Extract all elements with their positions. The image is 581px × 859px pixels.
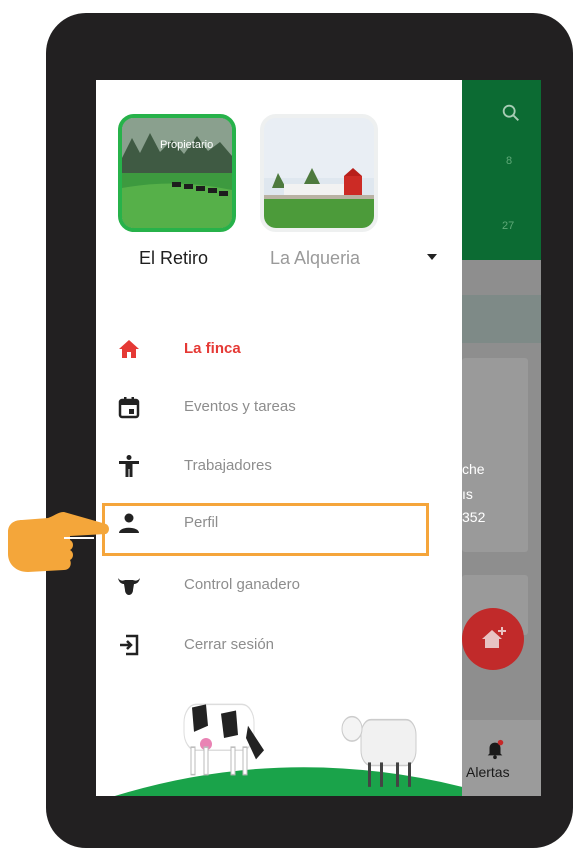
menu-item-trabajadores[interactable]: Trabajadores [96, 441, 462, 491]
menu-item-la-finca[interactable]: La finca [96, 324, 462, 374]
farm-name-el-retiro[interactable]: El Retiro [139, 248, 208, 269]
home-icon [119, 340, 139, 358]
menu-label-control-ganadero: Control ganadero [184, 576, 300, 593]
menu-label-trabajadores: Trabajadores [184, 457, 272, 474]
background-card-text-2: ıs [462, 486, 473, 502]
background-card-text-3: 352 [462, 509, 486, 525]
menu-label-la-finca: La finca [184, 340, 241, 357]
farm-photo-la-alqueria [264, 118, 374, 228]
background-count-2: 27 [502, 220, 515, 232]
app-screen: 8 27 che ıs 352 Alertas Propietario El R… [96, 80, 541, 796]
menu-label-eventos-y-tareas: Eventos y tareas [184, 398, 296, 415]
meadow-illustration [114, 703, 462, 796]
home-plus-icon [482, 627, 506, 648]
background-photo [462, 295, 541, 343]
farm-name-la-alqueria[interactable]: La Alqueria [270, 248, 360, 269]
alerts-tab-label[interactable]: Alertas [466, 764, 510, 780]
menu-label-cerrar-sesion: Cerrar sesión [184, 636, 275, 653]
logout-icon [120, 634, 139, 656]
owner-tag: Propietario [160, 139, 214, 151]
pointing-hand-icon [8, 512, 109, 572]
person-standing-icon [119, 455, 139, 477]
background-header: 8 27 [462, 80, 541, 260]
background-card-text-1: che [462, 461, 485, 477]
add-farm-button[interactable] [462, 608, 524, 670]
perfil-highlight-box [102, 503, 429, 556]
farm-photo-el-retiro [122, 118, 232, 228]
navigation-drawer: Propietario El Retiro La Alqueria La fin… [96, 80, 462, 796]
menu-item-control-ganadero[interactable]: Control ganadero [96, 560, 462, 610]
bell-icon[interactable] [484, 738, 506, 760]
menu-item-eventos-y-tareas[interactable]: Eventos y tareas [96, 382, 462, 432]
farm-card-la-alqueria[interactable] [260, 114, 378, 232]
farm-card-el-retiro[interactable]: Propietario [118, 114, 236, 232]
cow-head-icon [118, 578, 140, 595]
calendar-icon [118, 397, 140, 419]
cow-illustration [183, 703, 264, 776]
background-card: che ıs 352 [462, 358, 528, 552]
search-icon[interactable] [500, 102, 522, 124]
bottom-nav: Alertas [462, 720, 541, 796]
background-app: 8 27 che ıs 352 Alertas [462, 80, 541, 796]
chevron-down-icon[interactable] [427, 254, 437, 260]
menu-item-cerrar-sesion[interactable]: Cerrar sesión [96, 620, 462, 670]
background-count-1: 8 [506, 155, 513, 167]
